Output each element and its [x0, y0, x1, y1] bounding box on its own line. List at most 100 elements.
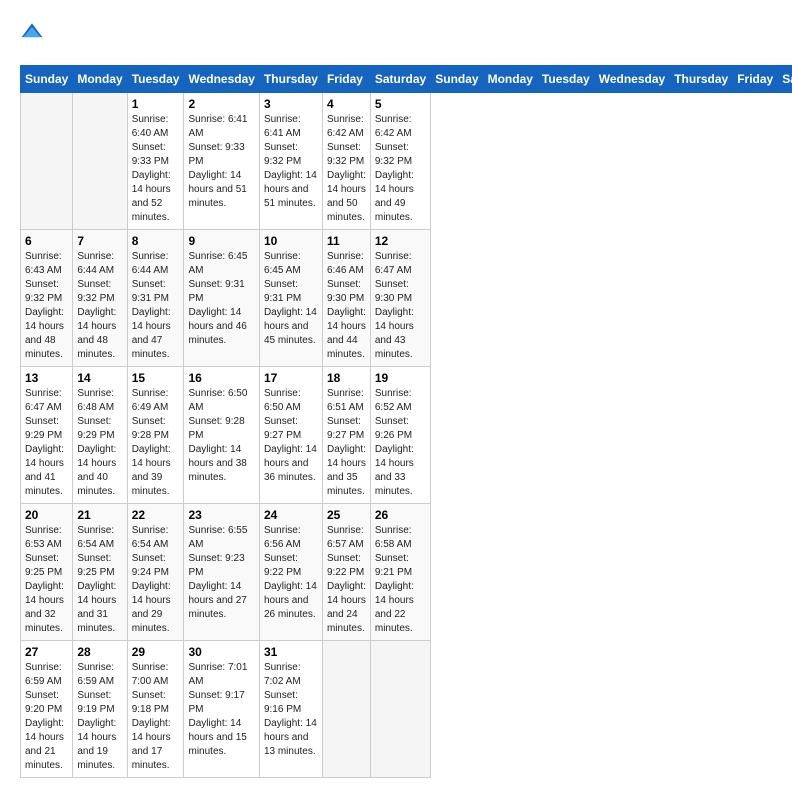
day-info: Sunrise: 6:59 AMSunset: 9:20 PMDaylight:… — [25, 662, 64, 771]
col-header-saturday: Saturday — [778, 66, 792, 93]
day-number: 23 — [188, 508, 254, 522]
day-number: 22 — [132, 508, 180, 522]
col-header-monday: Monday — [483, 66, 537, 93]
day-info: Sunrise: 6:44 AMSunset: 9:32 PMDaylight:… — [77, 251, 116, 360]
day-number: 25 — [327, 508, 366, 522]
day-number: 15 — [132, 371, 180, 385]
calendar-cell: 31 Sunrise: 7:02 AMSunset: 9:16 PMDaylig… — [259, 641, 322, 778]
day-number: 12 — [375, 234, 426, 248]
day-info: Sunrise: 6:41 AMSunset: 9:33 PMDaylight:… — [188, 114, 247, 209]
calendar-week-row: 6 Sunrise: 6:43 AMSunset: 9:32 PMDayligh… — [21, 230, 792, 367]
calendar-cell: 25 Sunrise: 6:57 AMSunset: 9:22 PMDaylig… — [322, 504, 370, 641]
day-info: Sunrise: 6:51 AMSunset: 9:27 PMDaylight:… — [327, 388, 366, 497]
col-header-monday: Monday — [73, 66, 127, 93]
day-number: 16 — [188, 371, 254, 385]
day-number: 8 — [132, 234, 180, 248]
day-number: 28 — [77, 645, 122, 659]
day-number: 6 — [25, 234, 68, 248]
col-header-wednesday: Wednesday — [594, 66, 669, 93]
calendar-cell: 3 Sunrise: 6:41 AMSunset: 9:32 PMDayligh… — [259, 93, 322, 230]
day-info: Sunrise: 6:49 AMSunset: 9:28 PMDaylight:… — [132, 388, 171, 497]
col-header-sunday: Sunday — [431, 66, 483, 93]
calendar-cell: 23 Sunrise: 6:55 AMSunset: 9:23 PMDaylig… — [184, 504, 259, 641]
day-number: 29 — [132, 645, 180, 659]
calendar-cell — [322, 641, 370, 778]
day-number: 2 — [188, 97, 254, 111]
day-info: Sunrise: 6:54 AMSunset: 9:24 PMDaylight:… — [132, 525, 171, 634]
day-info: Sunrise: 7:01 AMSunset: 9:17 PMDaylight:… — [188, 662, 247, 757]
day-number: 18 — [327, 371, 366, 385]
day-info: Sunrise: 6:44 AMSunset: 9:31 PMDaylight:… — [132, 251, 171, 360]
calendar-cell: 17 Sunrise: 6:50 AMSunset: 9:27 PMDaylig… — [259, 367, 322, 504]
calendar-cell: 5 Sunrise: 6:42 AMSunset: 9:32 PMDayligh… — [370, 93, 430, 230]
col-header-friday: Friday — [322, 66, 370, 93]
calendar-cell: 26 Sunrise: 6:58 AMSunset: 9:21 PMDaylig… — [370, 504, 430, 641]
day-info: Sunrise: 6:53 AMSunset: 9:25 PMDaylight:… — [25, 525, 64, 634]
calendar-cell: 16 Sunrise: 6:50 AMSunset: 9:28 PMDaylig… — [184, 367, 259, 504]
day-info: Sunrise: 6:50 AMSunset: 9:27 PMDaylight:… — [264, 388, 317, 483]
day-info: Sunrise: 6:42 AMSunset: 9:32 PMDaylight:… — [375, 114, 414, 223]
calendar-cell — [370, 641, 430, 778]
day-info: Sunrise: 6:41 AMSunset: 9:32 PMDaylight:… — [264, 114, 317, 209]
day-number: 26 — [375, 508, 426, 522]
day-number: 1 — [132, 97, 180, 111]
day-info: Sunrise: 6:43 AMSunset: 9:32 PMDaylight:… — [25, 251, 64, 360]
calendar-cell: 21 Sunrise: 6:54 AMSunset: 9:25 PMDaylig… — [73, 504, 127, 641]
calendar-cell — [73, 93, 127, 230]
calendar-cell: 11 Sunrise: 6:46 AMSunset: 9:30 PMDaylig… — [322, 230, 370, 367]
day-number: 3 — [264, 97, 318, 111]
calendar-cell: 27 Sunrise: 6:59 AMSunset: 9:20 PMDaylig… — [21, 641, 73, 778]
calendar-cell: 12 Sunrise: 6:47 AMSunset: 9:30 PMDaylig… — [370, 230, 430, 367]
calendar-cell: 7 Sunrise: 6:44 AMSunset: 9:32 PMDayligh… — [73, 230, 127, 367]
calendar-cell: 6 Sunrise: 6:43 AMSunset: 9:32 PMDayligh… — [21, 230, 73, 367]
calendar-week-row: 1 Sunrise: 6:40 AMSunset: 9:33 PMDayligh… — [21, 93, 792, 230]
day-number: 9 — [188, 234, 254, 248]
day-number: 21 — [77, 508, 122, 522]
day-info: Sunrise: 6:50 AMSunset: 9:28 PMDaylight:… — [188, 388, 247, 483]
day-info: Sunrise: 6:52 AMSunset: 9:26 PMDaylight:… — [375, 388, 414, 497]
calendar-cell: 28 Sunrise: 6:59 AMSunset: 9:19 PMDaylig… — [73, 641, 127, 778]
col-header-friday: Friday — [733, 66, 778, 93]
page-header — [20, 20, 772, 49]
col-header-wednesday: Wednesday — [184, 66, 259, 93]
calendar-week-row: 20 Sunrise: 6:53 AMSunset: 9:25 PMDaylig… — [21, 504, 792, 641]
day-number: 30 — [188, 645, 254, 659]
day-number: 10 — [264, 234, 318, 248]
day-info: Sunrise: 6:54 AMSunset: 9:25 PMDaylight:… — [77, 525, 116, 634]
day-info: Sunrise: 6:59 AMSunset: 9:19 PMDaylight:… — [77, 662, 116, 771]
calendar-cell: 13 Sunrise: 6:47 AMSunset: 9:29 PMDaylig… — [21, 367, 73, 504]
day-info: Sunrise: 6:46 AMSunset: 9:30 PMDaylight:… — [327, 251, 366, 360]
calendar-cell: 30 Sunrise: 7:01 AMSunset: 9:17 PMDaylig… — [184, 641, 259, 778]
day-info: Sunrise: 6:57 AMSunset: 9:22 PMDaylight:… — [327, 525, 366, 634]
day-number: 5 — [375, 97, 426, 111]
day-number: 17 — [264, 371, 318, 385]
calendar-cell: 19 Sunrise: 6:52 AMSunset: 9:26 PMDaylig… — [370, 367, 430, 504]
day-number: 27 — [25, 645, 68, 659]
day-info: Sunrise: 6:42 AMSunset: 9:32 PMDaylight:… — [327, 114, 366, 223]
calendar-cell: 10 Sunrise: 6:45 AMSunset: 9:31 PMDaylig… — [259, 230, 322, 367]
day-number: 20 — [25, 508, 68, 522]
calendar-cell: 9 Sunrise: 6:45 AMSunset: 9:31 PMDayligh… — [184, 230, 259, 367]
calendar-cell: 18 Sunrise: 6:51 AMSunset: 9:27 PMDaylig… — [322, 367, 370, 504]
calendar-header-row: SundayMondayTuesdayWednesdayThursdayFrid… — [21, 66, 792, 93]
calendar-week-row: 13 Sunrise: 6:47 AMSunset: 9:29 PMDaylig… — [21, 367, 792, 504]
calendar-week-row: 27 Sunrise: 6:59 AMSunset: 9:20 PMDaylig… — [21, 641, 792, 778]
col-header-saturday: Saturday — [370, 66, 430, 93]
day-number: 11 — [327, 234, 366, 248]
day-info: Sunrise: 6:56 AMSunset: 9:22 PMDaylight:… — [264, 525, 317, 620]
calendar-cell: 15 Sunrise: 6:49 AMSunset: 9:28 PMDaylig… — [127, 367, 184, 504]
day-info: Sunrise: 6:45 AMSunset: 9:31 PMDaylight:… — [188, 251, 247, 346]
day-info: Sunrise: 6:55 AMSunset: 9:23 PMDaylight:… — [188, 525, 247, 620]
day-info: Sunrise: 7:02 AMSunset: 9:16 PMDaylight:… — [264, 662, 317, 757]
day-number: 31 — [264, 645, 318, 659]
day-info: Sunrise: 6:47 AMSunset: 9:29 PMDaylight:… — [25, 388, 64, 497]
day-info: Sunrise: 6:40 AMSunset: 9:33 PMDaylight:… — [132, 114, 171, 223]
calendar-cell: 22 Sunrise: 6:54 AMSunset: 9:24 PMDaylig… — [127, 504, 184, 641]
calendar-cell: 8 Sunrise: 6:44 AMSunset: 9:31 PMDayligh… — [127, 230, 184, 367]
day-number: 24 — [264, 508, 318, 522]
calendar-table: SundayMondayTuesdayWednesdayThursdayFrid… — [20, 65, 792, 778]
logo — [20, 20, 48, 49]
day-info: Sunrise: 7:00 AMSunset: 9:18 PMDaylight:… — [132, 662, 171, 771]
col-header-thursday: Thursday — [259, 66, 322, 93]
day-number: 13 — [25, 371, 68, 385]
